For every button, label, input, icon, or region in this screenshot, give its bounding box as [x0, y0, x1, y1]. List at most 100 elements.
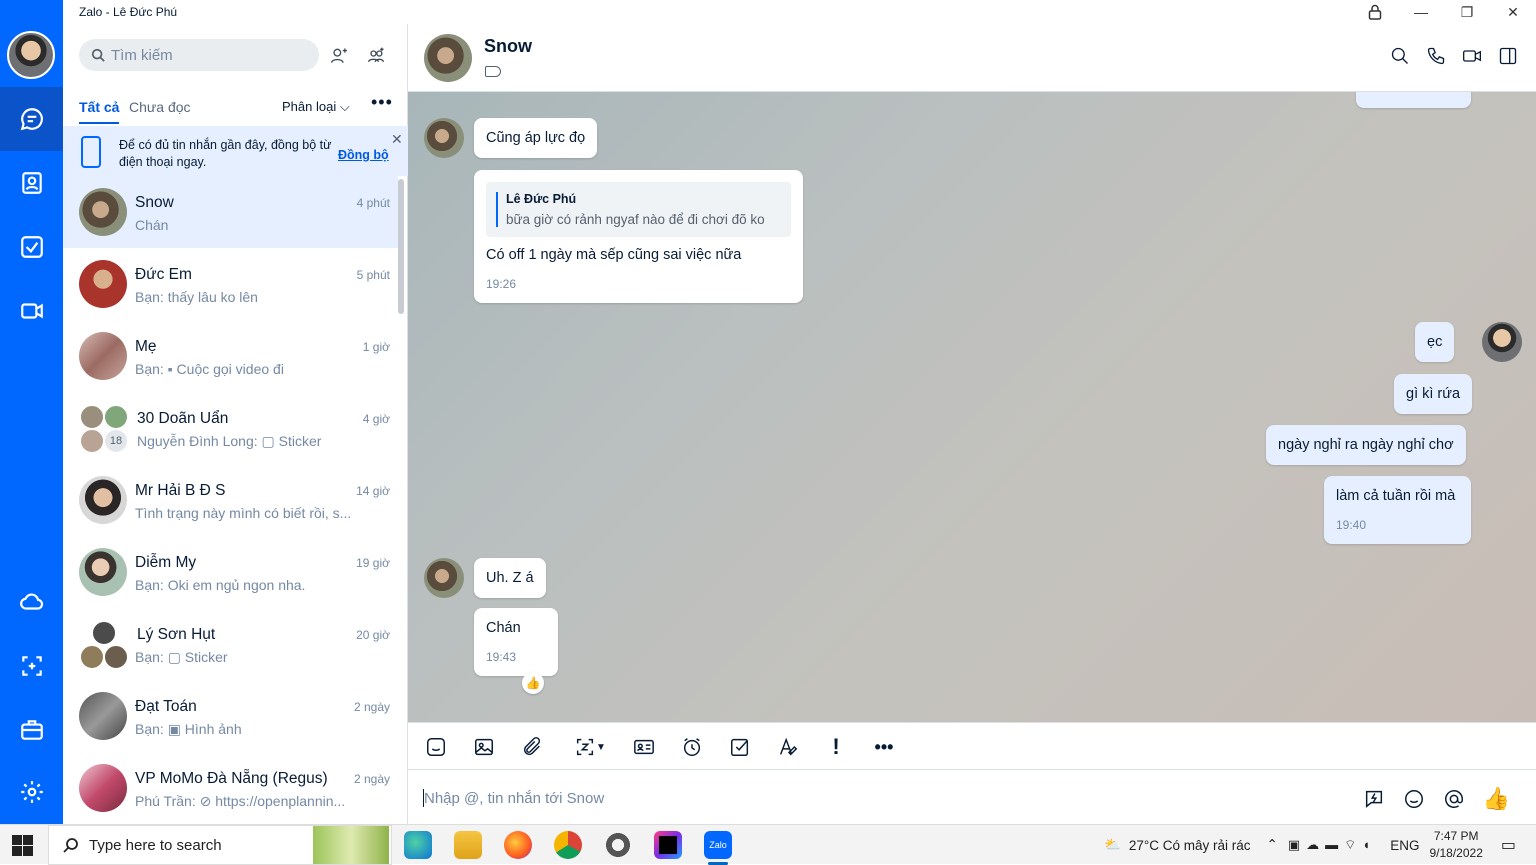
sender-avatar	[424, 118, 464, 158]
conversation-item[interactable]: Diễm My 19 giờ Bạn: Oki em ngủ ngon nha.	[63, 536, 398, 608]
search-box[interactable]: Tìm kiếm	[79, 39, 319, 71]
conversation-time: 4 giờ	[362, 412, 390, 426]
clock[interactable]: 7:47 PM 9/18/2022	[1429, 828, 1482, 862]
language-indicator[interactable]: ENG	[1390, 838, 1419, 853]
phone-sync-icon	[81, 136, 101, 168]
search-icon[interactable]	[1390, 46, 1410, 66]
nav-screenshot[interactable]	[0, 634, 63, 698]
message-bubble[interactable]: Chán 19:43	[474, 608, 558, 676]
more-tools-button[interactable]: •••	[872, 735, 896, 759]
conversation-scrollbar[interactable]	[398, 179, 404, 314]
nav-contacts[interactable]	[0, 151, 63, 215]
avatar	[79, 260, 127, 308]
minimize-button[interactable]: —	[1398, 0, 1444, 24]
conversation-item[interactable]: Snow 4 phút Chán	[63, 176, 398, 248]
tray-icons[interactable]: ▣☁▬⌔◖	[1288, 837, 1376, 853]
message-input[interactable]: Nhập @, tin nhắn tới Snow	[424, 790, 604, 807]
conversation-item[interactable]: VP MoMo Đà Nẵng (Regus) 2 ngày Phú Trần:…	[63, 752, 398, 824]
chat-title[interactable]: Snow	[484, 36, 532, 57]
nav-video[interactable]	[0, 279, 63, 343]
format-button[interactable]	[776, 735, 800, 759]
system-tray: ⛅ 27°C Có mây rải rác ⌃ ▣☁▬⌔◖ ENG 7:47 P…	[1104, 825, 1536, 865]
taskbar-search[interactable]: Type here to search	[48, 825, 392, 865]
sidebar-toggle-icon[interactable]	[1498, 46, 1518, 66]
conversation-time: 2 ngày	[353, 700, 390, 714]
chevron-down-icon: ▼	[596, 741, 606, 753]
windows-taskbar: Type here to search Zalo ⛅ 27°C Có mây r…	[0, 824, 1536, 865]
message-bubble[interactable]: ẹc	[1415, 322, 1455, 362]
message-bubble[interactable]: Lê Đức Phú bữa giờ có rảnh ngyaf nào để …	[474, 170, 803, 303]
tag-icon[interactable]	[485, 66, 501, 77]
message-bubble[interactable]: Uh. Z á	[474, 558, 546, 598]
intellij-icon[interactable]	[654, 831, 682, 859]
firefox-icon[interactable]	[504, 831, 532, 859]
message-text: ngày nghỉ ra ngày nghỉ chơ	[1278, 437, 1454, 453]
tab-unread[interactable]: Chưa đọc	[129, 99, 191, 115]
chevron-up-icon[interactable]: ⌃	[1267, 837, 1278, 853]
windows-start-icon[interactable]	[12, 835, 34, 857]
conversation-item[interactable]: 18 30 Doãn Uẩn 4 giờ Nguyễn Đình Long: ▢…	[63, 392, 398, 464]
message-bubble[interactable]	[1356, 92, 1471, 108]
message-bubble[interactable]: ngày nghỉ ra ngày nghỉ chơ	[1266, 425, 1466, 465]
settings-gear-icon[interactable]	[604, 831, 632, 859]
nav-messages[interactable]	[0, 87, 63, 151]
important-button[interactable]: !	[824, 734, 848, 759]
like-reaction-icon[interactable]: 👍	[522, 672, 544, 694]
conversation-item[interactable]: Đức Em 5 phút Bạn: thấy lâu ko lên	[63, 248, 398, 320]
quick-message-icon[interactable]	[1363, 788, 1385, 810]
nav-todo[interactable]	[0, 215, 63, 279]
message-time: 19:26	[486, 277, 517, 291]
phone-icon[interactable]	[1426, 46, 1446, 66]
message-text: làm cả tuần rồi mà	[1336, 488, 1456, 504]
message-bubble[interactable]: làm cả tuần rồi mà 19:40	[1324, 476, 1471, 544]
sticker-button[interactable]	[424, 735, 448, 759]
image-button[interactable]	[472, 735, 496, 759]
conversation-item[interactable]: Mr Hải B Đ S 14 giờ Tình trạng này mình …	[63, 464, 398, 536]
lock-icon[interactable]	[1352, 0, 1398, 24]
mention-icon[interactable]	[1443, 788, 1465, 810]
emoji-icon[interactable]	[1403, 788, 1425, 810]
weather-icon[interactable]: ⛅	[1104, 837, 1121, 853]
nav-tools[interactable]	[0, 698, 63, 762]
notification-icon[interactable]: ▭	[1501, 835, 1516, 855]
chrome-icon[interactable]	[554, 831, 582, 859]
tab-all[interactable]: Tất cả	[79, 99, 120, 124]
conversation-preview: Bạn: ▣ Hình ảnh	[135, 721, 242, 737]
conversation-item[interactable]: Đạt Toán 2 ngày Bạn: ▣ Hình ảnh	[63, 680, 398, 752]
create-group-button[interactable]	[363, 43, 389, 69]
attach-button[interactable]	[520, 735, 544, 759]
capture-button[interactable]: ▼	[568, 735, 612, 759]
conversation-preview: Nguyễn Đình Long: ▢ Sticker	[137, 433, 322, 449]
search-highlight-image	[313, 826, 389, 864]
task-button[interactable]	[728, 735, 752, 759]
chat-avatar[interactable]	[424, 34, 472, 82]
file-explorer-icon[interactable]	[454, 831, 482, 859]
message-bubble[interactable]: Cũng áp lực đọ	[474, 118, 598, 158]
taskbar-search-placeholder: Type here to search	[89, 836, 222, 854]
reminder-button[interactable]	[680, 735, 704, 759]
close-icon[interactable]: ✕	[391, 131, 403, 148]
filter-dropdown[interactable]: Phân loại ⌵	[282, 99, 350, 115]
nav-cloud[interactable]	[0, 570, 63, 634]
quoted-message[interactable]: Lê Đức Phú bữa giờ có rảnh ngyaf nào để …	[486, 182, 791, 237]
zalo-taskbar-icon[interactable]: Zalo	[704, 831, 732, 865]
edge-icon[interactable]	[404, 831, 432, 859]
add-friend-button[interactable]	[326, 43, 352, 69]
nav-settings[interactable]	[0, 760, 63, 824]
user-avatar[interactable]	[7, 31, 55, 79]
message-time: 19:43	[486, 650, 517, 664]
conversation-sidebar: Tìm kiếm Tất cả Chưa đọc Phân loại ⌵ •••…	[63, 24, 408, 824]
video-call-icon[interactable]	[1462, 46, 1482, 66]
sync-banner: Để có đủ tin nhắn gần đây, đồng bộ từ đi…	[63, 126, 408, 176]
close-button[interactable]: ✕	[1490, 0, 1536, 24]
weather-text[interactable]: 27°C Có mây rải rác	[1129, 838, 1251, 853]
contact-card-button[interactable]	[632, 735, 656, 759]
sync-link[interactable]: Đồng bộ	[338, 148, 389, 162]
message-bubble[interactable]: gì kì rứa	[1394, 374, 1473, 414]
more-options-button[interactable]: •••	[371, 92, 393, 113]
thumbs-up-icon[interactable]: 👍	[1483, 786, 1510, 812]
conversation-item[interactable]: Lý Sơn Hụt 20 giờ Bạn: ▢ Sticker	[63, 608, 398, 680]
contact-card-icon	[634, 739, 654, 755]
conversation-item[interactable]: Mẹ 1 giờ Bạn: ▪ Cuộc gọi video đi	[63, 320, 398, 392]
restore-button[interactable]: ❐	[1444, 0, 1490, 24]
